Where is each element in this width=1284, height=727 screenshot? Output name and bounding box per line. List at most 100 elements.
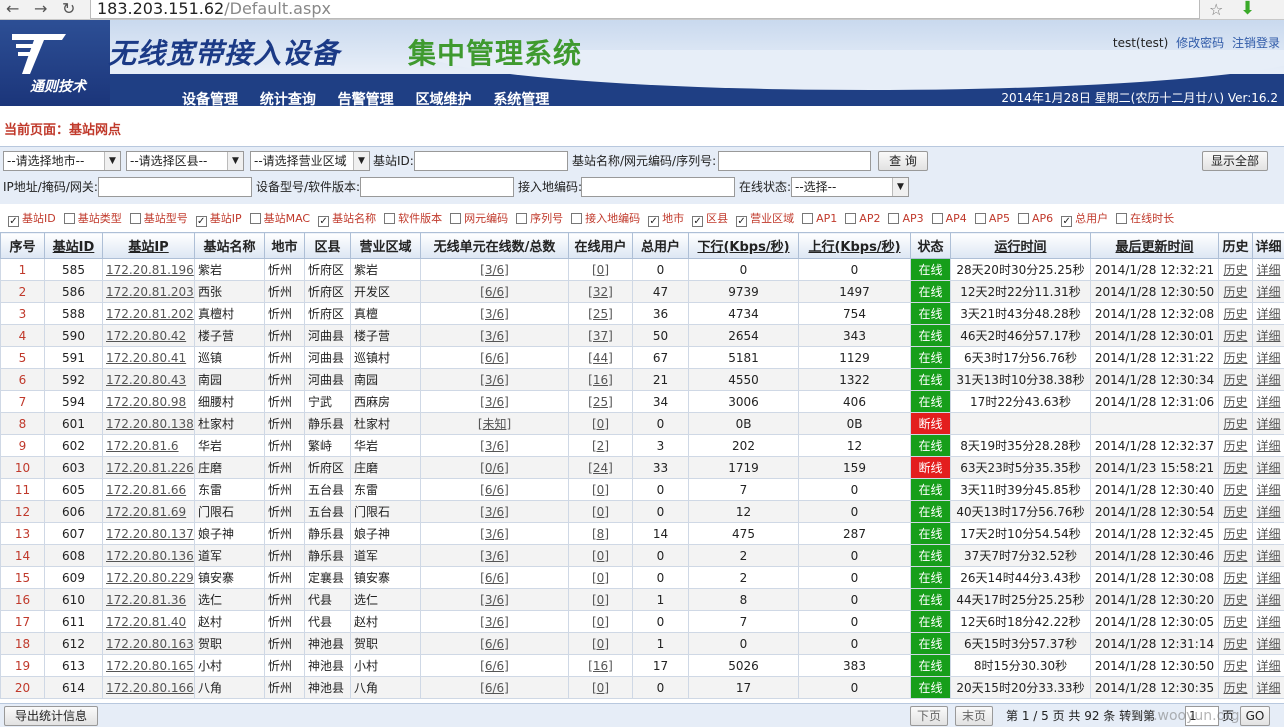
units-link[interactable]: [3/6] — [420, 544, 569, 567]
online-users-link[interactable]: [0] — [568, 610, 633, 633]
go-button[interactable]: GO — [1240, 706, 1270, 726]
column-toggle[interactable]: AP2 — [845, 212, 880, 225]
station-ip-link[interactable]: 172.20.81.36 — [102, 588, 195, 611]
online-users-link[interactable]: [0] — [568, 544, 633, 567]
online-users-link[interactable]: [25] — [568, 302, 633, 325]
checkbox[interactable]: ✓ — [8, 216, 19, 227]
history-link[interactable]: 历史 — [1218, 280, 1253, 303]
column-toggle[interactable]: ✓ 基站名称 — [318, 210, 376, 227]
column-toggle[interactable]: ✓ 营业区域 — [736, 210, 794, 227]
nav-alarms[interactable]: 告警管理 — [338, 89, 394, 106]
column-toggle[interactable]: ✓ 基站IP — [195, 210, 242, 227]
history-link[interactable]: 历史 — [1218, 588, 1253, 611]
checkbox[interactable] — [516, 213, 528, 224]
station-ip-link[interactable]: 172.20.81.196 — [102, 258, 195, 281]
detail-link[interactable]: 详细 — [1252, 676, 1284, 699]
units-link[interactable]: [3/6] — [420, 588, 569, 611]
online-users-link[interactable]: [0] — [568, 500, 633, 523]
column-toggle[interactable]: AP6 — [1017, 212, 1053, 225]
online-users-link[interactable]: [0] — [568, 478, 633, 501]
checkbox[interactable]: ✓ — [736, 216, 748, 227]
column-toggle[interactable]: 网元编码 — [450, 210, 508, 226]
station-ip-link[interactable]: 172.20.81.69 — [102, 500, 195, 523]
station-ip-link[interactable]: 172.20.81.226 — [102, 456, 195, 479]
detail-link[interactable]: 详细 — [1252, 258, 1284, 281]
history-link[interactable]: 历史 — [1218, 500, 1253, 523]
query-button[interactable]: 查 询 — [878, 151, 928, 171]
back-arrow-icon[interactable]: ← — [6, 0, 19, 20]
download-arrow-icon[interactable]: ⬇ — [1240, 0, 1255, 19]
units-link[interactable]: [3/6] — [420, 324, 569, 347]
station-ip-link[interactable]: 172.20.80.138 — [102, 412, 195, 435]
station-id-input[interactable] — [414, 151, 568, 171]
station-ip-link[interactable]: 172.20.80.137 — [102, 522, 195, 545]
station-ip-link[interactable]: 172.20.80.136 — [102, 544, 195, 567]
online-users-link[interactable]: [0] — [568, 412, 633, 435]
online-users-link[interactable]: [16] — [568, 654, 633, 677]
checkbox[interactable]: ✓ — [692, 216, 704, 227]
online-users-link[interactable]: [44] — [568, 346, 633, 369]
station-ip-link[interactable]: 172.20.81.40 — [102, 610, 195, 633]
column-toggle[interactable]: AP3 — [888, 212, 924, 225]
detail-link[interactable]: 详细 — [1252, 368, 1284, 391]
online-users-link[interactable]: [25] — [568, 390, 633, 413]
units-link[interactable]: [3/6] — [420, 610, 569, 633]
column-toggle[interactable]: ✓ 地市 — [648, 210, 684, 227]
units-link[interactable]: [6/6] — [420, 280, 569, 303]
detail-link[interactable]: 详细 — [1252, 654, 1284, 677]
history-link[interactable]: 历史 — [1218, 632, 1253, 655]
detail-link[interactable]: 详细 — [1252, 522, 1284, 545]
units-link[interactable]: [6/6] — [420, 346, 569, 369]
history-link[interactable]: 历史 — [1218, 324, 1253, 347]
units-link[interactable]: [6/6] — [420, 632, 569, 655]
show-all-button[interactable]: 显示全部 — [1202, 151, 1268, 171]
column-toggle[interactable]: 基站型号 — [129, 210, 188, 226]
detail-link[interactable]: 详细 — [1252, 566, 1284, 589]
next-page-button[interactable]: 下页 — [910, 706, 948, 726]
checkbox[interactable] — [1116, 213, 1128, 224]
column-toggle[interactable]: 基站MAC — [249, 210, 310, 226]
checkbox[interactable]: ✓ — [648, 216, 660, 227]
export-stats-button[interactable]: 导出统计信息 — [4, 706, 98, 726]
station-ip-link[interactable]: 172.20.80.165 — [102, 654, 195, 677]
station-ip-link[interactable]: 172.20.80.42 — [102, 324, 195, 347]
column-toggle[interactable]: ✓ 基站ID — [8, 210, 56, 227]
nav-statistics[interactable]: 统计查询 — [260, 89, 316, 106]
checkbox[interactable] — [974, 213, 986, 224]
col-header-uplink[interactable]: 上行(Kbps/秒) — [798, 232, 911, 259]
online-users-link[interactable]: [16] — [568, 368, 633, 391]
checkbox[interactable] — [249, 213, 261, 224]
history-link[interactable]: 历史 — [1218, 390, 1253, 413]
checkbox[interactable] — [571, 213, 583, 224]
history-link[interactable]: 历史 — [1218, 676, 1253, 699]
col-header-last-update[interactable]: 最后更新时间 — [1090, 232, 1219, 259]
online-users-link[interactable]: [24] — [568, 456, 633, 479]
history-link[interactable]: 历史 — [1218, 434, 1253, 457]
station-ip-link[interactable]: 172.20.80.229 — [102, 566, 195, 589]
history-link[interactable]: 历史 — [1218, 368, 1253, 391]
online-users-link[interactable]: [32] — [568, 280, 633, 303]
county-select[interactable]: --请选择区县-- ▼ — [126, 151, 244, 171]
detail-link[interactable]: 详细 — [1252, 324, 1284, 347]
address-bar[interactable]: 183.203.151.62/Default.aspx — [90, 0, 1200, 19]
nav-region-maintenance[interactable]: 区域维护 — [415, 89, 471, 106]
online-users-link[interactable]: [2] — [568, 434, 633, 457]
checkbox[interactable] — [129, 213, 141, 224]
forward-arrow-icon[interactable]: → — [34, 0, 47, 20]
bookmark-star-icon[interactable]: ☆ — [1209, 0, 1223, 19]
units-link[interactable]: [3/6] — [420, 302, 569, 325]
detail-link[interactable]: 详细 — [1252, 632, 1284, 655]
col-header-downlink[interactable]: 下行(Kbps/秒) — [688, 232, 799, 259]
detail-link[interactable]: 详细 — [1252, 434, 1284, 457]
station-ip-link[interactable]: 172.20.80.41 — [102, 346, 195, 369]
checkbox[interactable] — [802, 213, 814, 224]
column-toggle[interactable]: ✓ 区县 — [692, 210, 728, 227]
units-link[interactable]: [3/6] — [420, 434, 569, 457]
units-link[interactable]: [3/6] — [420, 390, 569, 413]
station-ip-link[interactable]: 172.20.81.66 — [102, 478, 195, 501]
last-page-button[interactable]: 末页 — [955, 706, 993, 726]
detail-link[interactable]: 详细 — [1252, 500, 1284, 523]
history-link[interactable]: 历史 — [1218, 258, 1253, 281]
history-link[interactable]: 历史 — [1218, 412, 1253, 435]
units-link[interactable]: [6/6] — [420, 566, 569, 589]
